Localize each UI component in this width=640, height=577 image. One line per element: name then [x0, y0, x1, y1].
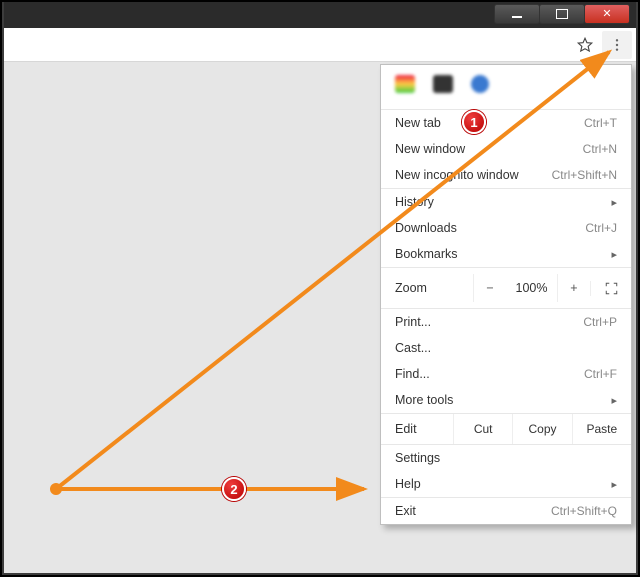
- chrome-menu-popup: New tabCtrl+T New windowCtrl+N New incog…: [380, 64, 632, 525]
- profile-icon: [433, 75, 453, 93]
- menu-item-new-tab[interactable]: New tabCtrl+T: [381, 110, 631, 136]
- menu-item-print[interactable]: Print...Ctrl+P: [381, 309, 631, 335]
- menu-item-help[interactable]: Help: [381, 471, 631, 497]
- three-dots-icon: [609, 37, 625, 53]
- copy-button[interactable]: Copy: [512, 414, 571, 444]
- browser-window: New tabCtrl+T New windowCtrl+N New incog…: [2, 2, 638, 575]
- cut-button[interactable]: Cut: [453, 414, 512, 444]
- menu-item-settings[interactable]: Settings: [381, 445, 631, 471]
- profile-icon: [471, 75, 489, 93]
- annotation-origin-dot: [50, 483, 62, 495]
- toolbar: [4, 28, 636, 62]
- chrome-menu-button[interactable]: [602, 31, 632, 59]
- fullscreen-button[interactable]: [590, 281, 631, 296]
- profile-icon: [395, 75, 415, 93]
- menu-item-exit[interactable]: ExitCtrl+Shift+Q: [381, 498, 631, 524]
- bookmark-star-icon[interactable]: [572, 32, 598, 58]
- titlebar: [4, 2, 636, 28]
- menu-item-history[interactable]: History: [381, 189, 631, 215]
- menu-item-new-incognito[interactable]: New incognito windowCtrl+Shift+N: [381, 162, 631, 188]
- zoom-label: Zoom: [395, 281, 473, 295]
- menu-item-bookmarks[interactable]: Bookmarks: [381, 241, 631, 267]
- zoom-out-button[interactable]: −: [473, 274, 506, 302]
- profile-row: [381, 65, 631, 97]
- menu-item-cast[interactable]: Cast...: [381, 335, 631, 361]
- zoom-in-button[interactable]: +: [557, 274, 590, 302]
- menu-item-new-window[interactable]: New windowCtrl+N: [381, 136, 631, 162]
- paste-button[interactable]: Paste: [572, 414, 631, 444]
- minimize-button[interactable]: [494, 4, 540, 24]
- close-button[interactable]: [584, 4, 630, 24]
- menu-item-edit: Edit Cut Copy Paste: [381, 413, 631, 445]
- window-controls: [495, 4, 630, 24]
- maximize-button[interactable]: [539, 4, 585, 24]
- menu-item-find[interactable]: Find...Ctrl+F: [381, 361, 631, 387]
- menu-item-more-tools[interactable]: More tools: [381, 387, 631, 413]
- menu-item-downloads[interactable]: DownloadsCtrl+J: [381, 215, 631, 241]
- fullscreen-icon: [604, 281, 619, 296]
- menu-item-zoom: Zoom − 100% +: [381, 268, 631, 308]
- step-badge-2: 2: [222, 477, 246, 501]
- step-badge-1: 1: [462, 110, 486, 134]
- zoom-level: 100%: [506, 281, 557, 295]
- edit-label: Edit: [381, 414, 453, 444]
